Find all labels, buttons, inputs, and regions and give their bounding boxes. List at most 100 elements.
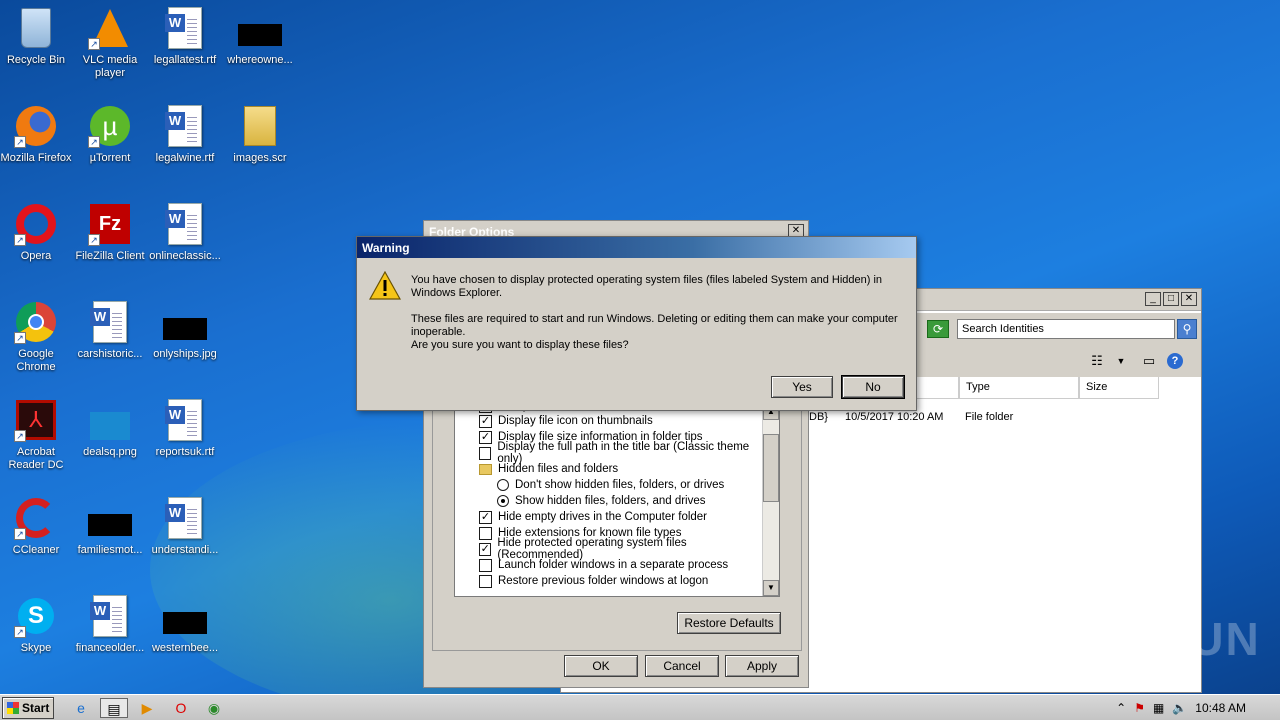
desktop-icon-label: familiesmot... (77, 544, 143, 556)
desktop-icon[interactable]: whereowne... (222, 6, 298, 67)
restore-defaults-button[interactable]: Restore Defaults (677, 612, 781, 634)
no-button[interactable]: No (841, 375, 905, 399)
desktop-icon-label: legalwine.rtf (155, 152, 215, 164)
warning-dialog[interactable]: Warning You have chosen to display prote… (356, 236, 917, 411)
checkbox[interactable]: ✓ (479, 430, 492, 444)
checkbox[interactable] (479, 526, 492, 540)
column-header-type[interactable]: Type (959, 377, 1079, 399)
desktop-icon[interactable]: Recycle Bin (0, 6, 74, 67)
setting-checkbox[interactable]: ✓ Hide empty drives in the Computer folde… (455, 509, 761, 525)
media-player-icon[interactable]: ▶ (136, 698, 158, 718)
radio-button[interactable] (497, 495, 509, 507)
setting-label: Don't show hidden files, folders, or dri… (515, 479, 725, 491)
help-icon[interactable]: ? (1167, 353, 1183, 369)
setting-folder[interactable]: Hidden files and folders (455, 461, 761, 477)
desktop-icon[interactable]: Wlegallatest.rtf (147, 6, 223, 67)
setting-radio[interactable]: Don't show hidden files, folders, or dri… (455, 477, 761, 493)
search-input[interactable]: Search Identities (957, 319, 1175, 339)
taskbar: Start e ▤ ▶ O ◉ ⌃ ⚑ ▦ 🔈 10:48 AM (0, 694, 1280, 720)
desktop-icon[interactable]: Wcarshistoric... (72, 300, 148, 361)
desktop-icon[interactable]: ↗ Google Chrome (0, 300, 74, 374)
shortcut-arrow-icon: ↗ (14, 430, 26, 442)
minimize-icon[interactable]: _ (1145, 292, 1161, 306)
file-type: File folder (965, 411, 1014, 423)
checkbox[interactable]: ✓ (479, 542, 492, 556)
show-hidden-icons-icon[interactable]: ⌃ (1116, 701, 1126, 715)
utorrent-icon: µ ↗ (88, 104, 132, 148)
scroll-down-icon[interactable]: ▼ (763, 580, 779, 596)
file-explorer-icon[interactable]: ▤ (100, 698, 128, 718)
desktop-icon[interactable]: Fz ↗ FileZilla Client (72, 202, 148, 263)
checkbox[interactable]: ✓ (479, 414, 492, 428)
setting-radio[interactable]: Show hidden files, folders, and drives (455, 493, 761, 509)
desktop-icon[interactable]: westernbee... (147, 594, 223, 655)
search-icon[interactable]: ⚲ (1177, 319, 1197, 339)
checkbox[interactable] (479, 446, 492, 460)
desktop-icon-label: Skype (20, 642, 52, 654)
setting-checkbox[interactable]: Launch folder windows in a separate proc… (455, 557, 761, 573)
setting-label: Hide empty drives in the Computer folder (498, 511, 708, 523)
desktop-icon-label: CCleaner (12, 544, 60, 556)
desktop-icon[interactable]: familiesmot... (72, 496, 148, 557)
acrobat-icon: ⅄ ↗ (14, 398, 58, 442)
ok-button[interactable]: OK (564, 655, 638, 677)
filezilla-icon: Fz ↗ (88, 202, 132, 246)
scrollbar[interactable]: ▲ ▼ (762, 404, 779, 596)
word-doc-icon: W (88, 594, 132, 638)
radio-button[interactable] (497, 479, 509, 491)
desktop-icon-label: Mozilla Firefox (0, 152, 72, 164)
advanced-settings-list[interactable]: Always show menus✓Display file icon on t… (454, 399, 780, 597)
start-button[interactable]: Start (2, 697, 54, 719)
view-options-icon[interactable]: ☷ (1089, 353, 1105, 369)
desktop-icon[interactable]: dealsq.png (72, 398, 148, 459)
windows-logo-icon (7, 702, 19, 714)
desktop-icon[interactable]: Wunderstandi... (147, 496, 223, 557)
desktop-icon[interactable]: ⅄ ↗ Acrobat Reader DC (0, 398, 74, 472)
desktop-icon[interactable]: onlyships.jpg (147, 300, 223, 361)
checkbox[interactable]: ✓ (479, 510, 492, 524)
column-header-size[interactable]: Size (1079, 377, 1159, 399)
desktop-icon-label: onlineclassic... (149, 250, 221, 262)
desktop-icon[interactable]: Wlegalwine.rtf (147, 104, 223, 165)
checkbox[interactable] (479, 574, 492, 588)
desktop-icon[interactable]: ↗ VLC media player (72, 6, 148, 80)
setting-checkbox[interactable]: Display the full path in the title bar (… (455, 441, 761, 465)
internet-explorer-icon[interactable]: e (70, 698, 92, 718)
clock[interactable]: 10:48 AM (1195, 701, 1246, 715)
close-icon[interactable]: ✕ (1181, 292, 1197, 306)
scroll-thumb[interactable] (763, 434, 779, 502)
network-icon[interactable]: ▦ (1153, 701, 1164, 715)
apply-button[interactable]: Apply (725, 655, 799, 677)
desktop-icon[interactable]: ↗ Mozilla Firefox (0, 104, 74, 165)
word-doc-icon: W (163, 398, 207, 442)
maximize-icon[interactable]: □ (1163, 292, 1179, 306)
refresh-icon[interactable]: ⟳ (927, 320, 949, 338)
desktop-icon[interactable]: Wonlineclassic... (147, 202, 223, 263)
desktop-icon-label: µTorrent (89, 152, 131, 164)
desktop-icon[interactable]: S ↗ Skype (0, 594, 74, 655)
watermark: ANY RUN (1038, 613, 1261, 665)
recycle-bin-icon (14, 6, 58, 50)
desktop-icon[interactable]: Wreportsuk.rtf (147, 398, 223, 459)
action-center-icon[interactable]: ⚑ (1134, 701, 1145, 715)
preview-pane-icon[interactable]: ▭ (1141, 353, 1157, 369)
volume-icon[interactable]: 🔈 (1172, 701, 1187, 715)
desktop-icon[interactable]: Wfinanceolder... (72, 594, 148, 655)
chrome-icon[interactable]: ◉ (203, 698, 225, 718)
checkbox[interactable] (479, 558, 492, 572)
cancel-button[interactable]: Cancel (645, 655, 719, 677)
opera-icon[interactable]: O (170, 698, 192, 718)
desktop-icon[interactable]: images.scr (222, 104, 298, 165)
setting-checkbox[interactable]: ✓ Display file icon on thumbnails (455, 413, 761, 429)
setting-checkbox[interactable]: ✓ Hide protected operating system files (… (455, 537, 761, 561)
yes-button[interactable]: Yes (771, 376, 833, 398)
setting-checkbox[interactable]: Restore previous folder windows at logon (455, 573, 761, 589)
chevron-down-icon[interactable]: ▼ (1113, 353, 1129, 369)
desktop-icon[interactable]: µ ↗ µTorrent (72, 104, 148, 165)
desktop-icon-label: westernbee... (151, 642, 219, 654)
desktop-icon-label: financeolder... (75, 642, 145, 654)
file-date: 10/5/2017 10:20 AM (845, 411, 944, 423)
desktop-icon-label: understandi... (151, 544, 219, 556)
desktop-icon[interactable]: ↗ Opera (0, 202, 74, 263)
desktop-icon[interactable]: ↗ CCleaner (0, 496, 74, 557)
